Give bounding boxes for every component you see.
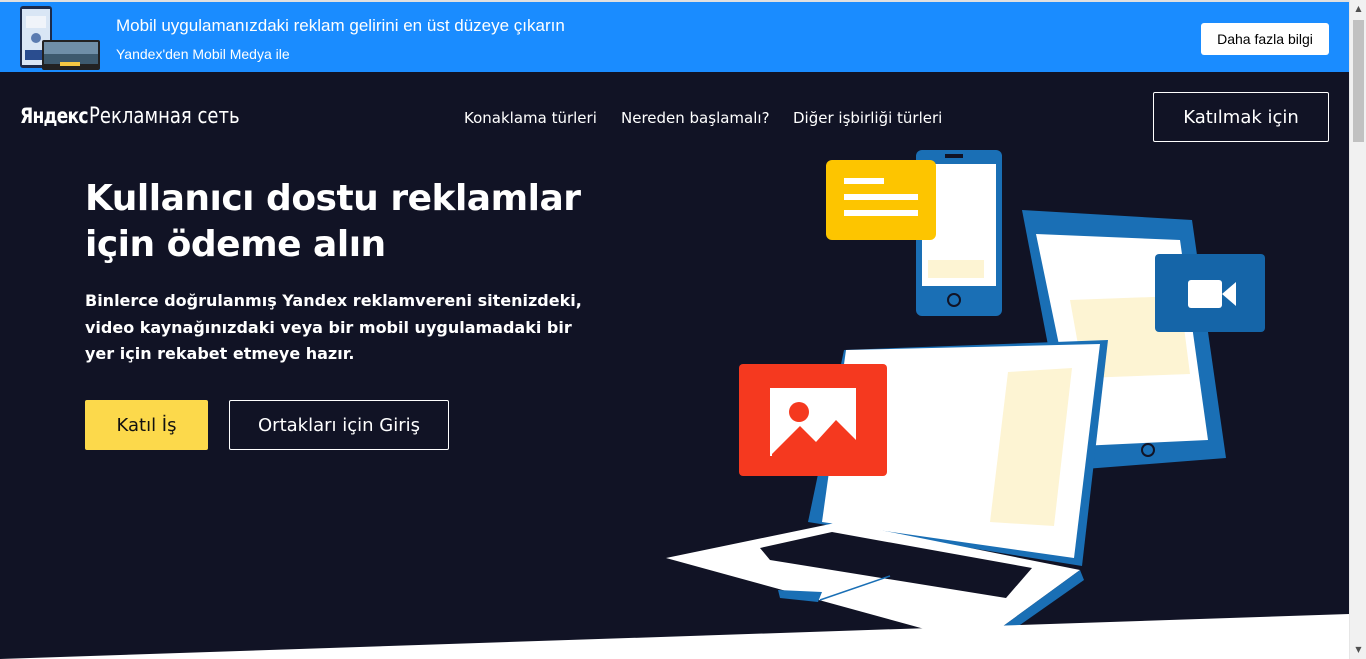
hero-description: Binlerce doğrulanmış Yandex reklamvereni… [85,291,582,363]
promo-banner: Mobil uygulamanızdaki reklam gelirini en… [0,0,1349,72]
hero-section: ЯндексРекламная сеть Konaklama türleri N… [0,72,1349,659]
devices-illustration [666,150,1265,646]
image-icon [739,364,887,476]
logo-product-text: Рекламная сеть [88,104,240,129]
page-scrollbar[interactable]: ▲ ▼ [1349,0,1366,659]
scrollbar-thumb[interactable] [1353,20,1364,142]
join-header-button[interactable]: Katılmak için [1153,92,1329,142]
scroll-up-arrow-icon[interactable]: ▲ [1350,2,1366,16]
logo-yandex-text: Яндекс [20,104,89,128]
nav-link-other-cooperation[interactable]: Diğer işbirliği türleri [793,109,942,127]
nav-link-placement-types[interactable]: Konaklama türleri [464,109,597,127]
video-camera-icon [1155,254,1265,332]
yandex-ad-network-logo[interactable]: ЯндексРекламная сеть [20,104,272,129]
join-business-button[interactable]: Katıl İş [85,400,208,450]
hero-title: Kullanıcı dostu reklamlar için ödeme alı… [85,178,581,265]
banner-title: Mobil uygulamanızdaki reklam gelirini en… [116,16,565,35]
scroll-down-arrow-icon[interactable]: ▼ [1350,643,1366,657]
text-lines-icon [826,160,936,240]
learn-more-button[interactable]: Daha fazla bilgi [1201,23,1329,55]
banner-thumbnail-image [20,6,100,70]
banner-subtitle: Yandex'den Mobil Medya ile [116,46,290,62]
partner-login-button[interactable]: Ortakları için Giriş [229,400,449,450]
nav-link-where-to-start[interactable]: Nereden başlamalı? [621,109,770,127]
